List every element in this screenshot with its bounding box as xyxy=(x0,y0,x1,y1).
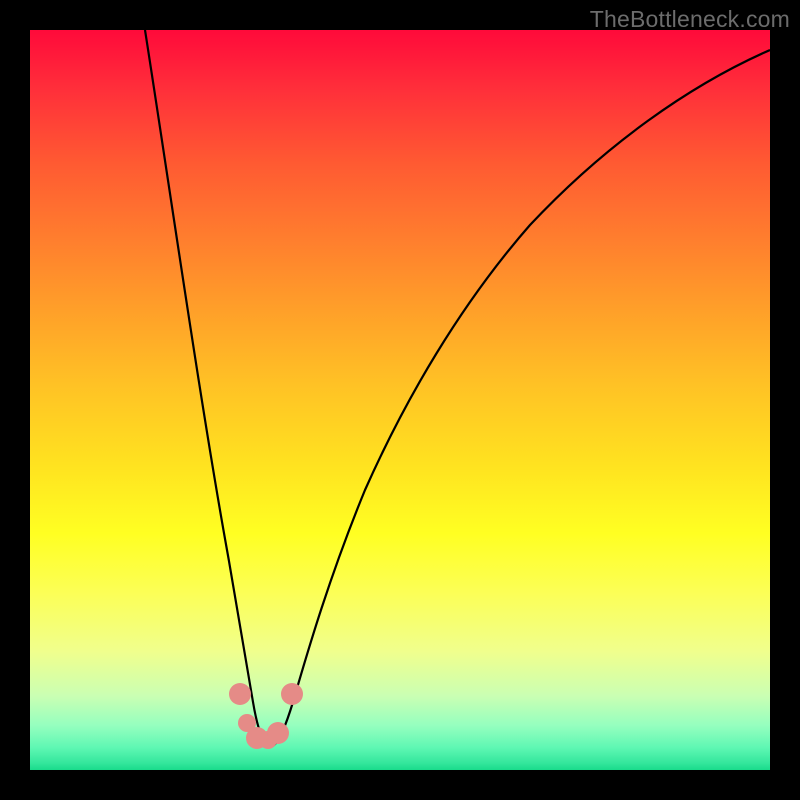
marker-dot xyxy=(281,683,303,705)
marker-dot xyxy=(229,683,251,705)
watermark-label: TheBottleneck.com xyxy=(590,6,790,33)
chart-plot-area xyxy=(30,30,770,770)
minimum-marker-cluster xyxy=(30,30,770,770)
marker-dot xyxy=(267,722,289,744)
